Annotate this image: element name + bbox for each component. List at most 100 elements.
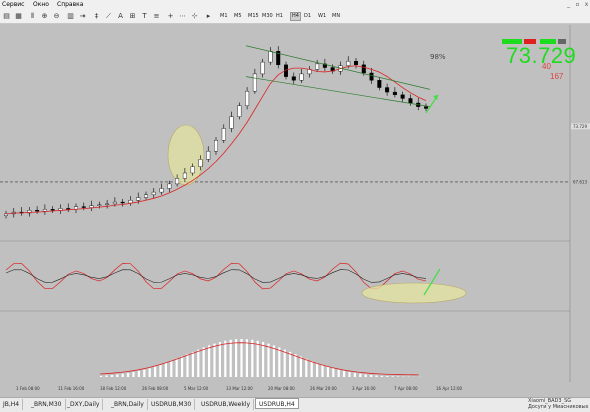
- candle-body: [105, 203, 110, 206]
- timeframe-w1[interactable]: W1: [318, 13, 326, 20]
- label-icon[interactable]: T: [140, 12, 149, 21]
- candle-body: [221, 128, 226, 141]
- tab--brn-daily[interactable]: _BRN,Daily: [108, 399, 148, 410]
- cursor-icon[interactable]: ▸: [204, 12, 213, 21]
- histogram-bar: [251, 339, 254, 377]
- timeframe-mn[interactable]: MN: [332, 13, 340, 20]
- chart-tab-bar: JB,H4 _BRN,M30 _DXY,Daily _BRN,Daily USDRUB,…: [0, 397, 590, 412]
- histogram-bar: [213, 343, 216, 377]
- histogram-bar: [170, 360, 173, 377]
- percent-label: 98%: [430, 53, 446, 61]
- divergence-highlight-ellipse: [361, 282, 467, 304]
- timeframe-m5[interactable]: M5: [234, 13, 242, 20]
- restore-button[interactable]: ▫: [574, 1, 581, 8]
- histogram-bar: [305, 358, 308, 377]
- date-axis-label: 18 Feb 12:00: [100, 386, 127, 391]
- candles-icon[interactable]: ‡: [92, 12, 101, 21]
- histogram-bar: [272, 345, 275, 377]
- histogram-bar: [181, 356, 184, 377]
- tab--dxy-daily[interactable]: _DXY,Daily: [64, 399, 104, 410]
- candle-body: [66, 208, 71, 210]
- tab--brn-m30[interactable]: _BRN,M30: [28, 399, 66, 410]
- candle-body: [112, 201, 117, 205]
- autoscroll-icon[interactable]: ⇥: [78, 12, 87, 21]
- tab-jb-h4[interactable]: JB,H4: [0, 399, 24, 410]
- oscillator-panel: [0, 242, 570, 310]
- zoom-out-icon[interactable]: ⊖: [52, 12, 61, 21]
- histogram-bar: [332, 368, 335, 377]
- histogram-bar: [208, 345, 211, 377]
- candle-body: [50, 209, 55, 211]
- candle-body: [260, 61, 265, 75]
- histogram-bar: [359, 373, 362, 377]
- candle-body: [3, 213, 8, 216]
- histogram-bar: [121, 373, 124, 377]
- histogram-bar: [283, 349, 286, 377]
- fibo-icon[interactable]: ≡: [152, 12, 161, 21]
- line-icon[interactable]: ⟋: [104, 12, 113, 21]
- date-axis-label: 7 Apr 08:00: [394, 386, 418, 391]
- candle-body: [175, 178, 180, 185]
- candle-body: [354, 60, 359, 66]
- timeframe-h4[interactable]: H4: [290, 12, 301, 21]
- candle-body: [268, 50, 273, 63]
- histogram-bar: [127, 372, 130, 377]
- properties-icon[interactable]: ▤: [2, 12, 11, 21]
- histogram-bar: [132, 372, 135, 377]
- minimize-button[interactable]: _: [565, 1, 572, 8]
- histogram-bar: [299, 356, 302, 377]
- histogram-bar: [218, 341, 221, 377]
- candle-body: [190, 166, 195, 174]
- histogram-bar: [256, 340, 259, 377]
- timeframe-m30[interactable]: M30: [262, 13, 273, 20]
- histogram-bar: [224, 340, 227, 377]
- tab-usdrub-m30[interactable]: USDRUB,M30: [148, 399, 196, 410]
- price-panel: [0, 25, 570, 240]
- date-axis-label: 26 Mar 20:00: [310, 386, 337, 391]
- chart-type-icon[interactable]: ▦: [14, 12, 23, 21]
- candle-body: [291, 76, 296, 81]
- zoom-in-icon[interactable]: ⊕: [40, 12, 49, 21]
- histogram-bar: [191, 351, 194, 377]
- bar-chart-icon[interactable]: ⫴: [28, 12, 37, 21]
- histogram-bar: [348, 372, 351, 377]
- text-icon[interactable]: A: [116, 12, 125, 21]
- histogram-bar: [175, 358, 178, 377]
- candle-body: [252, 73, 257, 92]
- price-axis-label: 73.729: [573, 124, 587, 129]
- histogram-bar: [154, 366, 157, 377]
- tab-usdrub-weekly[interactable]: USDRUB,Weekly: [198, 399, 255, 410]
- timeframe-m15[interactable]: M15: [248, 13, 259, 20]
- histogram-bar: [353, 372, 356, 377]
- close-button[interactable]: x: [583, 1, 590, 8]
- grid-icon[interactable]: ⊞: [128, 12, 137, 21]
- histogram-bar: [240, 339, 243, 377]
- crosshair-icon[interactable]: +: [166, 12, 175, 21]
- candle-body: [167, 183, 172, 189]
- candle-body: [213, 140, 218, 152]
- menu-bar: Сервис Окно Справка _ ▫ x: [0, 0, 590, 9]
- histogram-bar: [364, 374, 367, 377]
- objects-icon[interactable]: ⊹: [190, 12, 199, 21]
- tile-icon[interactable]: ▥: [66, 12, 75, 21]
- menu-window[interactable]: Окно: [33, 0, 49, 9]
- histogram-bar: [337, 369, 340, 377]
- period-icon[interactable]: ⋯: [178, 12, 187, 21]
- histogram-bar: [110, 374, 113, 377]
- candle-body: [299, 73, 304, 81]
- histogram-bar: [202, 347, 205, 377]
- histogram-bar: [262, 341, 265, 377]
- signature: Xiaomi_BAD3_SG Досуги у Миасниковых: [528, 398, 589, 410]
- timeframe-d1[interactable]: D1: [304, 13, 311, 20]
- candle-body: [400, 94, 405, 99]
- histogram-bar: [186, 354, 189, 377]
- tab-usdrub-h4[interactable]: USDRUB,H4: [255, 398, 299, 409]
- date-axis-label: 11 Feb 16:00: [58, 386, 85, 391]
- timeframe-h1[interactable]: H1: [276, 13, 283, 20]
- date-axis-label: 26 Feb 08:00: [142, 386, 169, 391]
- histogram-bar: [278, 347, 281, 377]
- toolbar: ▤ ▦ ⫴ ⊕ ⊖ ▥ ⇥ ‡ ⟋ A ⊞ T ≡ + ⋯ ⊹ ▸ M1 M5 M1…: [0, 9, 590, 24]
- menu-service[interactable]: Сервис: [2, 0, 24, 9]
- menu-help[interactable]: Справка: [57, 0, 83, 9]
- timeframe-m1[interactable]: M1: [220, 13, 228, 20]
